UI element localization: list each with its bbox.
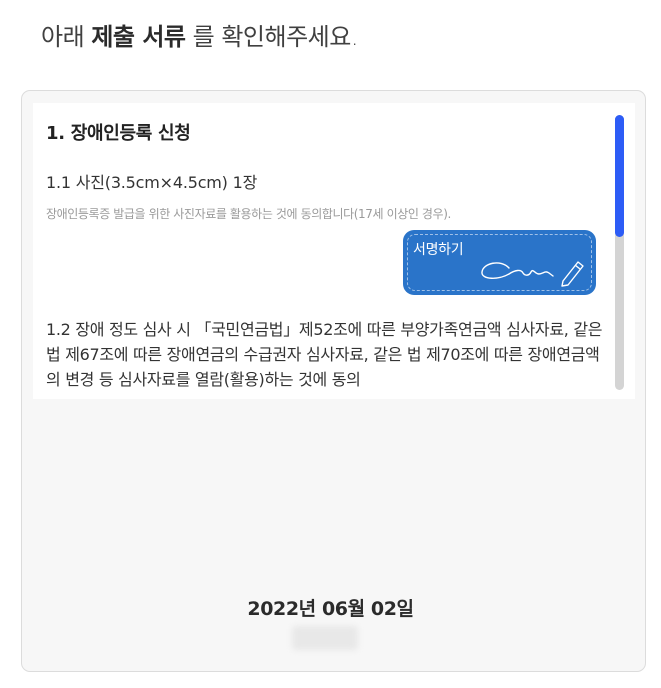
sign-button-label: 서명하기 (413, 242, 464, 258)
item2-text: 1.2 장애 정도 심사 시 「국민연금법」제52조에 따른 부양가족연금액 심… (46, 320, 603, 389)
page-heading: 아래 제출 서류 를 확인해주세요. (41, 17, 358, 52)
signature-pen-icon (481, 261, 584, 287)
signer-name-redacted (292, 626, 358, 650)
submission-date: 2022년 06월 02일 (247, 598, 414, 620)
item1-title: 1.1 사진(3.5cm×4.5cm) 1장 (46, 173, 258, 192)
document-viewer[interactable]: 1. 장애인등록 신청 1.1 사진(3.5cm×4.5cm) 1장 장애인등록… (33, 103, 635, 399)
section-title: 1. 장애인등록 신청 (46, 123, 191, 144)
scrollbar-thumb[interactable] (615, 115, 624, 237)
heading-suffix: 를 확인해주세요. (192, 23, 359, 51)
heading-emphasis: 제출 서류 (91, 23, 186, 51)
heading-prefix: 아래 (41, 23, 85, 51)
sign-button[interactable]: 서명하기 (403, 230, 596, 295)
item1-description: 장애인등록증 발급을 위한 사진자료를 활용하는 것에 동의합니다(17세 이상… (46, 207, 451, 221)
